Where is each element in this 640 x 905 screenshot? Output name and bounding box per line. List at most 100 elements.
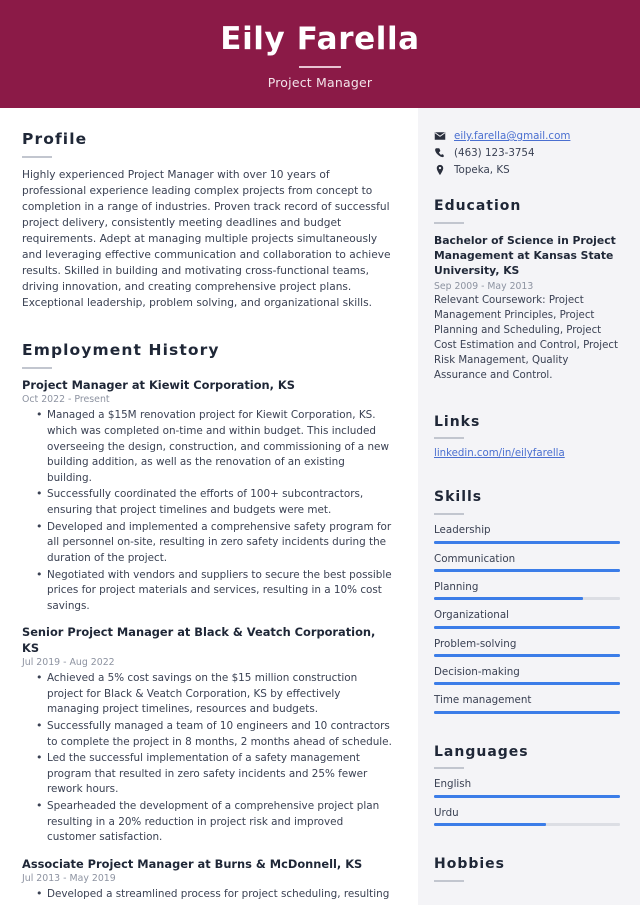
- employment-entry-date: Jul 2019 - Aug 2022: [22, 657, 115, 669]
- sidebar-spacer-hobbies: [434, 842, 620, 856]
- education-date: Sep 2009 - May 2013: [434, 280, 534, 292]
- contact-email-link[interactable]: eily.farella@gmail.com: [454, 130, 570, 142]
- links-section: Links linkedin.com/in/eilyfarella: [434, 413, 620, 459]
- skill-item-bar-track: [434, 568, 620, 572]
- skill-item-bar-track: [434, 654, 620, 657]
- skill-item: Planning: [434, 580, 620, 601]
- skills-list: Leadership Communication Planning Organizat…: [434, 524, 620, 714]
- resume-document: Eily Farella Project Manager Profile Hig…: [0, 0, 640, 905]
- contact-phone-text: (463) 123-3754: [454, 147, 535, 159]
- candidate-job-title: Project Manager: [267, 74, 373, 90]
- skill-item-bar-fill: [434, 540, 620, 544]
- employment-bullet: Negotiated with vendors and suppliers to…: [36, 567, 392, 615]
- header-divider: [299, 65, 341, 68]
- main-column: Profile Highly experienced Project Manag…: [0, 108, 418, 905]
- map-pin-icon: [434, 164, 446, 176]
- skill-item-bar-track: [434, 597, 620, 601]
- skill-item: Leadership: [434, 524, 620, 544]
- skills-section: Skills Leadership Communication Planning Or…: [434, 489, 620, 714]
- languages-section: Languages English Urdu: [434, 743, 620, 827]
- language-item-bar-fill: [434, 794, 620, 798]
- resume-header: Eily Farella Project Manager: [0, 0, 640, 108]
- employment-bullet: Achieved a 5% cost savings on the $15 mi…: [36, 670, 392, 718]
- employment-heading: Employment History: [22, 341, 220, 360]
- profile-heading: Profile: [22, 130, 88, 148]
- links-heading-rule: [434, 437, 464, 440]
- contact-location-text: Topeka, KS: [454, 164, 510, 176]
- skill-item-bar-track: [434, 710, 620, 714]
- contact-email-row[interactable]: eily.farella@gmail.com: [434, 130, 620, 142]
- hobbies-heading-rule: [434, 879, 464, 882]
- language-item-label: English: [434, 778, 472, 791]
- languages-heading: Languages: [434, 743, 529, 760]
- profile-link[interactable]: linkedin.com/in/eilyfarella: [434, 448, 620, 459]
- employment-entry-bullets: Achieved a 5% cost savings on the $15 mi…: [22, 670, 392, 846]
- employment-entry: Senior Project Manager at Black & Veatch…: [22, 625, 392, 845]
- sidebar-column: eily.farella@gmail.com (463) 123-3754 To…: [418, 108, 640, 905]
- employment-bullet: Successfully managed a team of 10 engine…: [36, 718, 392, 750]
- languages-heading-rule: [434, 767, 464, 770]
- skill-item-label: Decision-making: [434, 666, 520, 678]
- employment-entry-bullets: Developed a streamlined process for proj…: [22, 886, 392, 905]
- employment-bullet: Spearheaded the development of a compreh…: [36, 798, 392, 846]
- skill-item: Decision-making: [434, 666, 620, 686]
- envelope-icon: [434, 130, 446, 142]
- skill-item-label: Planning: [434, 580, 479, 593]
- sidebar-spacer-skills: [434, 475, 620, 489]
- skill-item-bar-fill: [434, 625, 620, 629]
- education-heading-rule: [434, 221, 464, 224]
- employment-entry-title: Associate Project Manager at Burns & McD…: [22, 856, 363, 871]
- employment-list: Project Manager at Kiewit Corporation, K…: [22, 378, 392, 905]
- hobbies-heading: Hobbies: [434, 856, 506, 873]
- language-item-bar-track: [434, 823, 620, 827]
- skill-item: Problem-solving: [434, 638, 620, 657]
- employment-entry-title: Senior Project Manager at Black & Veatch…: [22, 625, 376, 655]
- profile-section: Profile Highly experienced Project Manag…: [22, 130, 392, 311]
- skills-heading: Skills: [434, 489, 483, 506]
- employment-bullet: Developed and implemented a comprehensiv…: [36, 519, 392, 567]
- skill-item-label: Problem-solving: [434, 637, 517, 650]
- employment-entry-title: Project Manager at Kiewit Corporation, K…: [22, 378, 295, 393]
- candidate-name: Eily Farella: [220, 21, 420, 58]
- employment-bullet: Led the successful implementation of a s…: [36, 750, 392, 798]
- skill-item: Time management: [434, 694, 620, 714]
- skill-item-bar-fill: [434, 597, 583, 601]
- employment-entry: Project Manager at Kiewit Corporation, K…: [22, 378, 392, 614]
- skill-item-bar-fill: [434, 568, 620, 572]
- education-degree: Bachelor of Science in Project Managemen…: [434, 233, 616, 278]
- skill-item-label: Time management: [434, 694, 532, 707]
- employment-entry: Associate Project Manager at Burns & McD…: [22, 857, 392, 905]
- skill-item-bar-fill: [434, 682, 620, 686]
- employment-entry-date: Jul 2013 - May 2019: [22, 873, 116, 885]
- links-heading: Links: [434, 413, 481, 430]
- employment-bullet: Developed a streamlined process for proj…: [36, 886, 392, 905]
- resume-body: Profile Highly experienced Project Manag…: [0, 108, 640, 905]
- employment-bullet: Successfully coordinated the efforts of …: [36, 486, 392, 518]
- language-item: English: [434, 778, 620, 798]
- language-item-bar-track: [434, 794, 620, 798]
- skill-item-bar-track: [434, 625, 620, 629]
- skill-item-bar-track: [434, 540, 620, 544]
- language-item-label: Urdu: [434, 806, 459, 819]
- sidebar-spacer-languages: [434, 730, 620, 744]
- employment-section: Employment History Project Manager at Ki…: [22, 341, 392, 905]
- profile-text: Highly experienced Project Manager with …: [22, 168, 391, 310]
- employment-bullet: Managed a $15M renovation project for Ki…: [36, 407, 392, 486]
- contact-phone-row: (463) 123-3754: [434, 147, 620, 159]
- sidebar-spacer-links: [434, 400, 620, 414]
- language-item-bar-fill: [434, 823, 546, 827]
- hobbies-section: Hobbies: [434, 856, 620, 882]
- languages-list: English Urdu: [434, 778, 620, 827]
- employment-heading-rule: [22, 367, 52, 370]
- skill-item-bar-track: [434, 682, 620, 686]
- skill-item-label: Leadership: [434, 524, 491, 537]
- language-item: Urdu: [434, 806, 620, 827]
- skills-heading-rule: [434, 513, 464, 516]
- skill-item-label: Organizational: [434, 609, 509, 622]
- education-heading: Education: [434, 198, 522, 214]
- contact-location-row: Topeka, KS: [434, 164, 620, 176]
- links-list: linkedin.com/in/eilyfarella: [434, 448, 620, 459]
- phone-icon: [434, 147, 446, 159]
- employment-entry-bullets: Managed a $15M renovation project for Ki…: [22, 407, 392, 615]
